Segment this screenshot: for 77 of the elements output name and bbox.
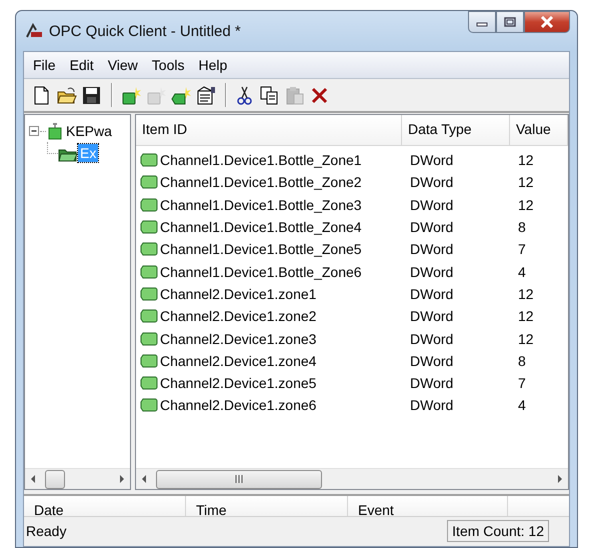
table-cell: Channel1.Device1.Bottle_Zone4 <box>160 219 362 236</box>
table-cell-text: DWord <box>409 152 454 168</box>
table-cell-text: DWord <box>409 375 454 392</box>
column-header[interactable]: Value <box>510 115 568 145</box>
tag-icon <box>140 354 158 368</box>
menu-item[interactable]: File <box>26 55 63 75</box>
table-cell-text: 12 <box>517 286 535 302</box>
maximize-icon <box>504 17 516 27</box>
table-cell-text: 12 <box>517 196 535 213</box>
scroll-right-icon[interactable] <box>119 475 125 483</box>
scroll-left-icon[interactable] <box>30 475 36 483</box>
tag-icon <box>140 175 158 190</box>
table-cell: Channel1.Device1.Bottle_Zone1 <box>160 152 362 168</box>
window-title: OPC Quick Client - Untitled * <box>49 22 242 40</box>
table-cell-text: DWord <box>409 397 454 414</box>
menu-item[interactable]: Tools <box>144 55 192 75</box>
table-cell: Channel2.Device1.zone6 <box>160 397 316 414</box>
column-header[interactable]: Item ID <box>136 115 402 145</box>
table-cell-text: DWord <box>409 196 454 213</box>
close-button[interactable] <box>524 11 570 33</box>
item-count: Item Count: 12 <box>447 520 549 542</box>
table-cell-text: DWord <box>409 352 454 369</box>
collapse-icon[interactable] <box>29 126 40 136</box>
table-cell: Channel1.Device1.Bottle_Zone2 <box>160 174 362 190</box>
app-logo-icon <box>25 23 43 39</box>
scroll-left-icon[interactable] <box>141 475 147 483</box>
table-cell: Channel1.Device1.Bottle_Zone5 <box>160 241 362 258</box>
status-message: Ready <box>25 523 68 539</box>
server-block-icon <box>46 122 64 140</box>
table-cell: Channel2.Device1.zone1 <box>160 286 316 302</box>
tag-icon <box>140 264 158 279</box>
table-cell-text: 12 <box>517 152 535 168</box>
tag-icon <box>140 309 158 324</box>
scrollbar-thumb[interactable] <box>45 470 65 488</box>
tag-icon <box>140 332 158 346</box>
table-cell-text: 8 <box>517 352 527 369</box>
tag-icon <box>140 398 158 412</box>
table-cell-text: DWord <box>409 286 454 302</box>
table-cell-text: 8 <box>517 219 527 236</box>
tag-icon <box>140 220 158 234</box>
table-cell-text: 12 <box>517 308 535 324</box>
tag-icon <box>140 153 158 168</box>
table-cell-text: 4 <box>517 264 527 280</box>
table-cell-text: DWord <box>409 241 454 258</box>
table-cell-text: DWord <box>409 264 454 280</box>
grip-icon <box>234 475 244 483</box>
table-cell-text: 12 <box>517 174 535 190</box>
folder-icon[interactable] <box>56 84 78 106</box>
tree-item[interactable]: KEPwa <box>64 122 114 140</box>
scrollbar-thumb[interactable] <box>156 470 322 488</box>
table-cell: Channel1.Device1.Bottle_Zone3 <box>160 196 362 213</box>
table-cell: Channel2.Device1.zone4 <box>160 352 316 369</box>
maximize-button[interactable] <box>496 11 524 33</box>
column-header[interactable]: Data Type <box>402 115 510 145</box>
property-sheet-icon[interactable] <box>195 84 217 106</box>
tag-icon <box>140 286 158 301</box>
table-cell-text: DWord <box>409 174 454 190</box>
table-cell-text: 7 <box>517 241 527 258</box>
table-cell-text: DWord <box>409 330 454 347</box>
minimize-button[interactable] <box>468 11 496 33</box>
tag-icon <box>140 376 158 390</box>
table-cell-text: DWord <box>409 308 454 324</box>
table-cell-text: 7 <box>517 375 527 392</box>
close-icon <box>540 16 554 28</box>
table-cell-text: 4 <box>517 397 527 414</box>
table-cell: Channel1.Device1.Bottle_Zone6 <box>160 264 362 280</box>
menu-item[interactable]: Help <box>191 55 234 75</box>
table-cell: Channel2.Device1.zone5 <box>160 375 316 392</box>
tag-icon <box>140 198 158 212</box>
table-cell-text: 12 <box>517 330 535 347</box>
table-cell: Channel2.Device1.zone3 <box>160 330 316 347</box>
table-cell-text: DWord <box>409 219 454 236</box>
menu-item[interactable]: Edit <box>62 55 101 75</box>
menu-item[interactable]: View <box>100 55 145 75</box>
scroll-right-icon[interactable] <box>557 475 563 483</box>
table-cell: Channel2.Device1.zone2 <box>160 308 316 324</box>
tag-icon <box>140 242 158 256</box>
